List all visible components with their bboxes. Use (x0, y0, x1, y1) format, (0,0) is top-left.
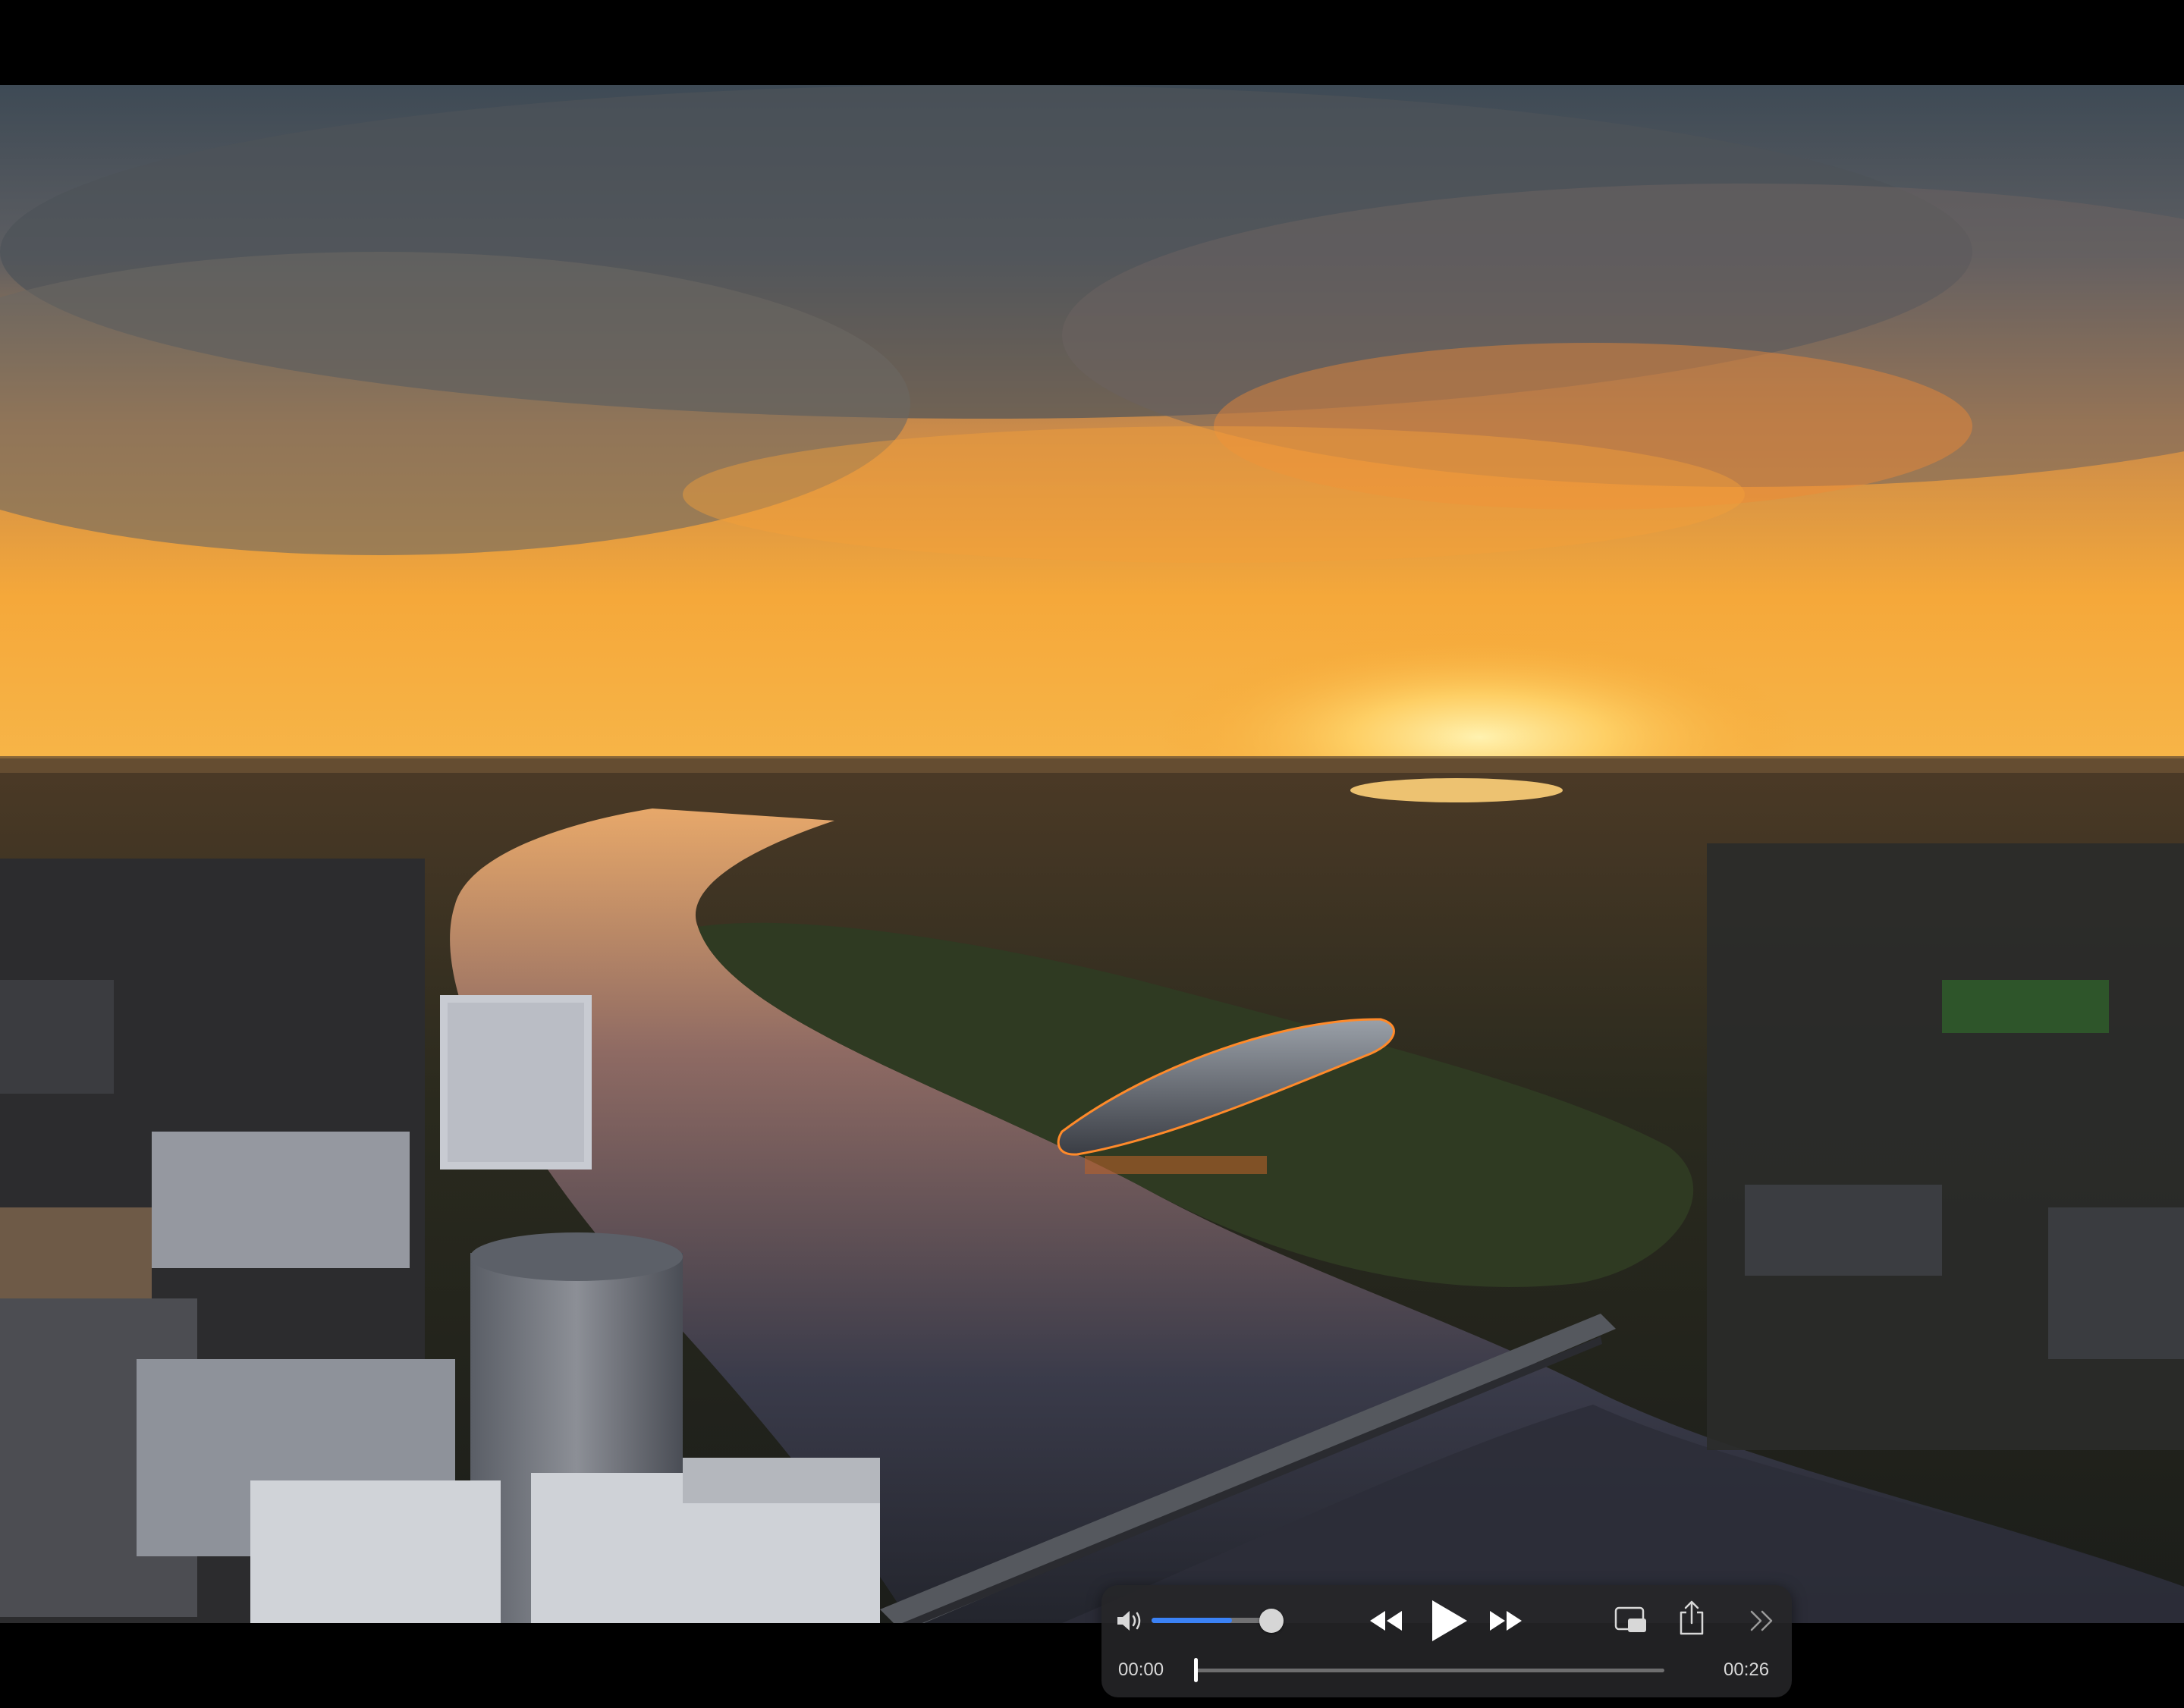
fast-forward-icon[interactable] (1487, 1609, 1523, 1632)
video-frame[interactable] (0, 85, 2184, 1623)
picture-in-picture-icon[interactable] (1614, 1605, 1648, 1635)
elapsed-time: 00:00 (1118, 1659, 1164, 1680)
letterbox-bottom (0, 1623, 2184, 1708)
chevron-double-right-icon[interactable] (1749, 1609, 1775, 1632)
play-icon[interactable] (1429, 1599, 1469, 1643)
share-icon[interactable] (1678, 1600, 1705, 1635)
volume-slider-knob[interactable] (1259, 1609, 1284, 1633)
playback-scrubber[interactable] (1196, 1669, 1664, 1672)
speaker-wave-icon[interactable] (1115, 1608, 1145, 1634)
total-time: 00:26 (1724, 1659, 1770, 1680)
volume-slider-fill (1152, 1618, 1233, 1623)
playback-controls-bar[interactable]: 00:00 00:26 (1101, 1585, 1792, 1697)
playback-scrubber-head[interactable] (1194, 1658, 1198, 1682)
letterbox-top (0, 0, 2184, 85)
volume-slider[interactable] (1152, 1618, 1270, 1623)
rewind-icon[interactable] (1369, 1609, 1405, 1632)
aerial-sunset-river-scene (0, 85, 2184, 1623)
